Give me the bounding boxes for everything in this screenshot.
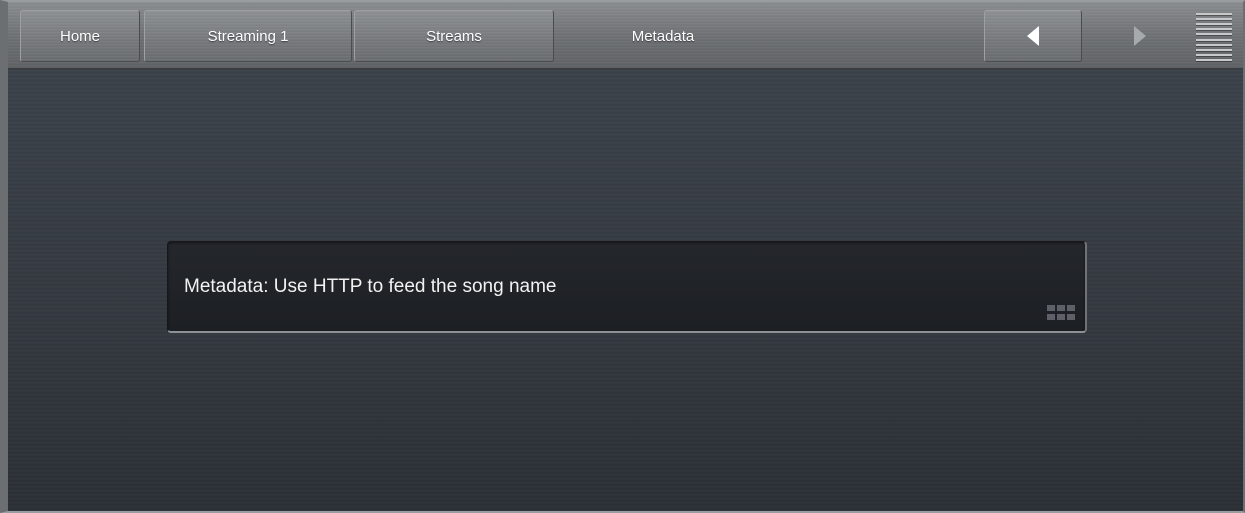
top-nav-bar: Home Streaming 1 Streams Metadata: [8, 2, 1243, 70]
metadata-info-box[interactable]: Metadata: Use HTTP to feed the song name: [167, 241, 1087, 333]
keypad-grip-icon: [1045, 305, 1079, 325]
app-window: Home Streaming 1 Streams Metadata Metada…: [0, 0, 1245, 513]
chevron-left-icon: [1027, 26, 1039, 46]
home-button[interactable]: Home: [20, 10, 140, 62]
streams-button[interactable]: Streams: [354, 10, 554, 62]
menu-icon[interactable]: [1196, 13, 1232, 61]
back-button[interactable]: [984, 10, 1082, 62]
main-panel: Metadata: Use HTTP to feed the song name: [8, 70, 1243, 511]
chevron-right-icon[interactable]: [1134, 26, 1146, 46]
metadata-info-text: Metadata: Use HTTP to feed the song name: [184, 276, 557, 297]
streaming-1-button[interactable]: Streaming 1: [144, 10, 352, 62]
current-page-label: Metadata: [631, 27, 695, 45]
